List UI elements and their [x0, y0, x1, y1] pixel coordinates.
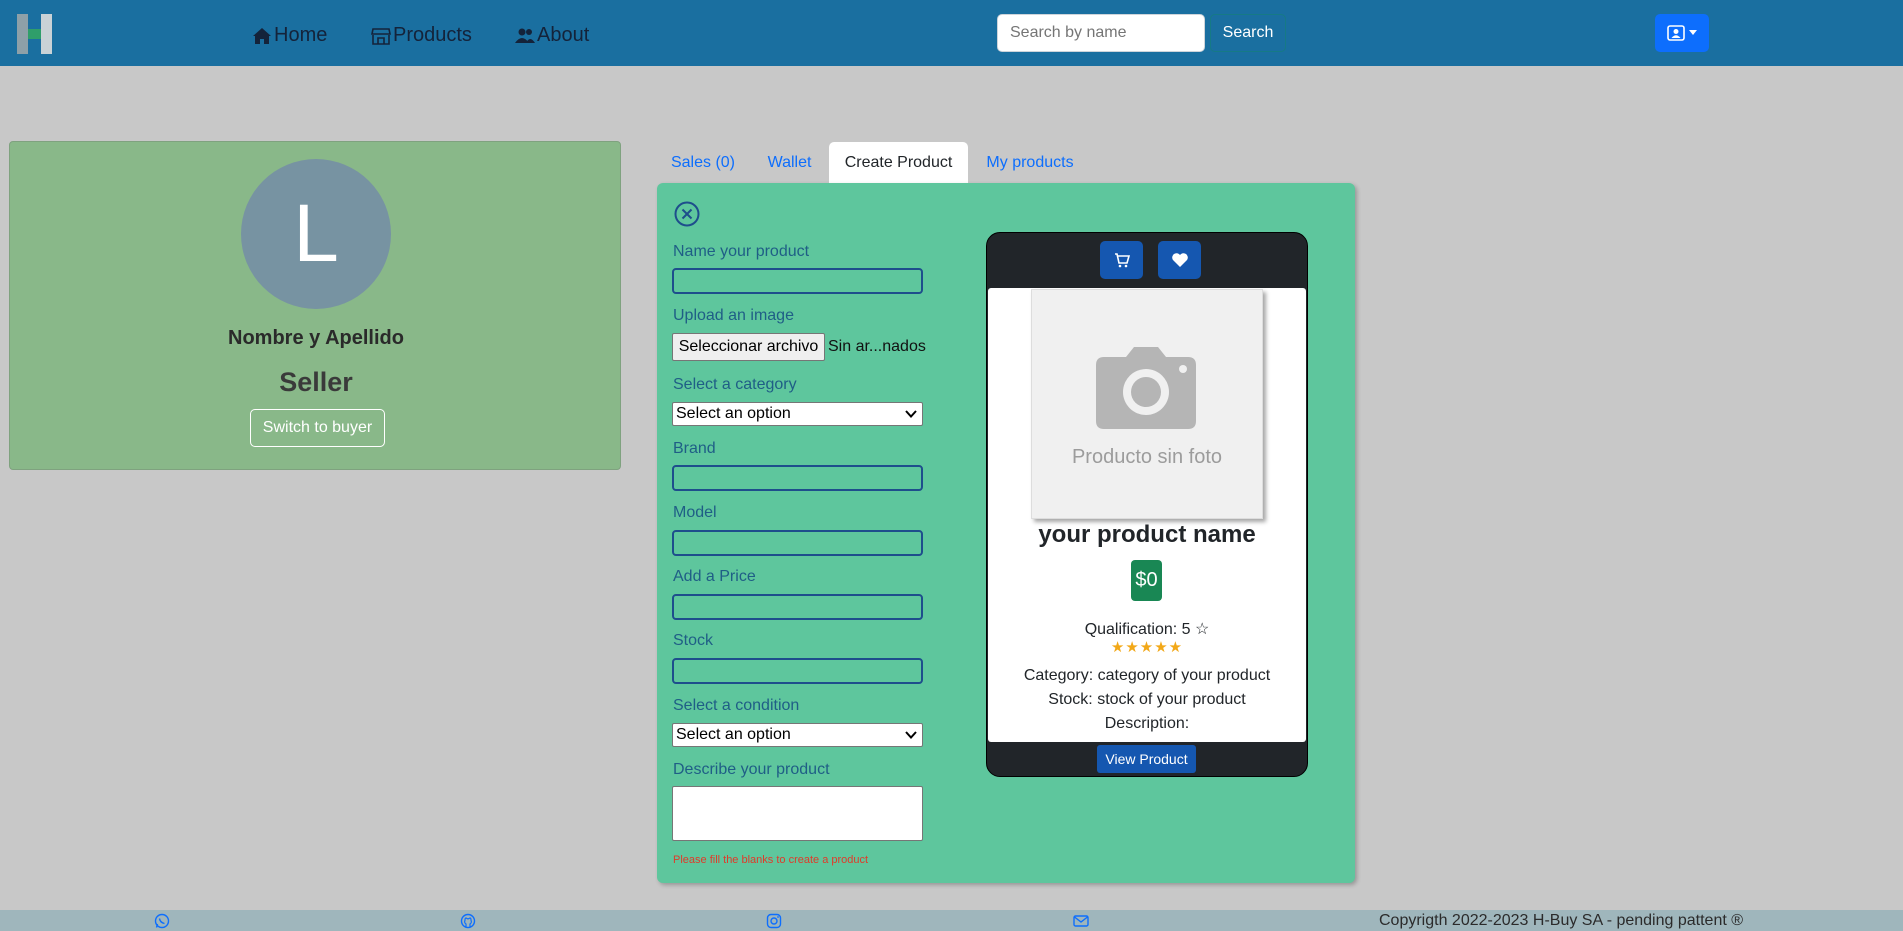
mail-icon[interactable]: [1073, 913, 1089, 929]
preview-category: Category: category of your product: [1023, 667, 1271, 684]
profile-name: Nombre y Apellido: [228, 327, 404, 349]
nav-home-link[interactable]: Home: [252, 24, 327, 47]
price-badge: $0: [1131, 560, 1162, 601]
tab-sales[interactable]: Sales (0): [657, 142, 749, 184]
model-label: Model: [673, 504, 717, 521]
category-label: Select a category: [673, 376, 797, 393]
nav-about-label: About: [537, 24, 590, 46]
condition-select[interactable]: Select an option: [672, 723, 923, 747]
view-product-button[interactable]: View Product: [1097, 745, 1196, 773]
github-icon[interactable]: [460, 913, 476, 929]
close-icon[interactable]: [674, 201, 700, 227]
model-field[interactable]: [672, 530, 923, 556]
file-status: Sin ar...nados: [828, 338, 926, 355]
brand-logo[interactable]: [17, 14, 53, 54]
favorite-button[interactable]: [1158, 241, 1201, 279]
tab-create-product[interactable]: Create Product: [829, 142, 968, 184]
add-to-cart-button[interactable]: [1100, 241, 1143, 279]
star-rating: ★★★★★: [1110, 639, 1184, 656]
photo-placeholder-text: Producto sin foto: [1071, 446, 1223, 468]
condition-label: Select a condition: [673, 697, 800, 714]
image-label: Upload an image: [673, 307, 794, 324]
name-label: Name your product: [673, 243, 810, 260]
preview-stock: Stock: stock of your product: [1048, 691, 1246, 708]
camera-icon: [1096, 347, 1196, 429]
navbar: Home Products About Search: [0, 0, 1903, 66]
tab-my-products[interactable]: My products: [970, 142, 1090, 184]
nav-products-label: Products: [393, 24, 472, 46]
whatsapp-icon[interactable]: [154, 913, 170, 929]
home-icon: [253, 27, 271, 44]
copyright-text: Copyrigth 2022-2023 H-Buy SA - pending p…: [1379, 912, 1744, 929]
users-icon: [515, 28, 535, 43]
nav-products-link[interactable]: Products: [371, 24, 472, 47]
preview-description: Description:: [1104, 715, 1190, 732]
chevron-down-icon: [905, 731, 917, 739]
product-name-field[interactable]: [672, 268, 923, 294]
category-select[interactable]: Select an option: [672, 402, 923, 426]
chevron-down-icon: [905, 410, 917, 418]
profile-role: Seller: [279, 367, 353, 397]
search-input[interactable]: [997, 14, 1205, 52]
cart-icon: [1114, 253, 1130, 268]
nav-home-label: Home: [274, 24, 328, 46]
brand-label: Brand: [673, 440, 716, 457]
description-label: Describe your product: [673, 761, 830, 778]
file-select-button[interactable]: Seleccionar archivo: [672, 333, 825, 361]
stock-field[interactable]: [672, 658, 923, 684]
avatar: L: [241, 159, 391, 309]
category-selected-value: Select an option: [676, 405, 791, 422]
brand-field[interactable]: [672, 465, 923, 491]
description-textarea[interactable]: [672, 786, 923, 841]
preview-product-name: your product name: [1038, 521, 1256, 548]
qualification-text: Qualification: 5 ☆: [1084, 621, 1210, 638]
store-icon: [371, 27, 391, 45]
heart-icon: [1171, 253, 1188, 267]
search-button[interactable]: Search: [1210, 14, 1286, 52]
instagram-icon[interactable]: [766, 913, 782, 929]
tab-wallet[interactable]: Wallet: [752, 142, 827, 184]
nav-about-link[interactable]: About: [515, 24, 589, 47]
stock-label: Stock: [673, 632, 714, 649]
profile-card: L Nombre y Apellido Seller Switch to buy…: [9, 141, 621, 470]
condition-selected-value: Select an option: [676, 726, 791, 743]
user-card-icon: [1667, 25, 1685, 41]
caret-down-icon: [1689, 30, 1697, 35]
price-field[interactable]: [672, 594, 923, 620]
error-message: Please fill the blanks to create a produ…: [673, 854, 869, 866]
price-label: Add a Price: [673, 568, 756, 585]
user-menu-button[interactable]: [1655, 14, 1709, 52]
switch-to-buyer-button[interactable]: Switch to buyer: [250, 409, 385, 447]
